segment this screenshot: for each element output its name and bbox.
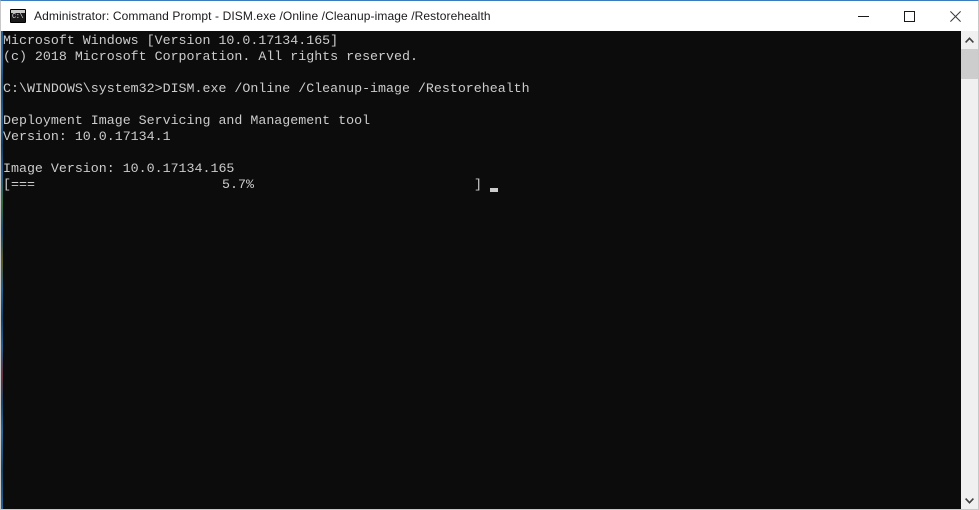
command-prompt-window: Administrator: Command Prompt - DISM.exe… <box>0 0 979 510</box>
minimize-button[interactable] <box>840 1 886 31</box>
console-text: Microsoft Windows [Version 10.0.17134.16… <box>3 33 530 176</box>
progress-bar-end: ] <box>474 177 482 192</box>
chevron-up-icon[interactable] <box>961 31 978 49</box>
scrollbar-thumb[interactable] <box>961 49 978 79</box>
text-cursor <box>490 188 498 192</box>
chevron-down-icon[interactable] <box>961 491 978 509</box>
window-controls <box>840 1 978 31</box>
capture-edge-artifact <box>1 31 3 509</box>
title-bar[interactable]: Administrator: Command Prompt - DISM.exe… <box>1 1 978 32</box>
progress-bar-line: [=== 5.7% ] <box>1 177 960 193</box>
vertical-scrollbar[interactable] <box>960 31 978 509</box>
console-icon <box>10 9 26 23</box>
progress-percent-label: 5.7% <box>222 177 254 192</box>
console-output-area[interactable]: Microsoft Windows [Version 10.0.17134.16… <box>1 31 960 509</box>
maximize-button[interactable] <box>886 1 932 31</box>
window-title: Administrator: Command Prompt - DISM.exe… <box>34 9 491 23</box>
close-button[interactable] <box>932 1 978 31</box>
progress-bar-fill: [=== <box>3 177 35 192</box>
